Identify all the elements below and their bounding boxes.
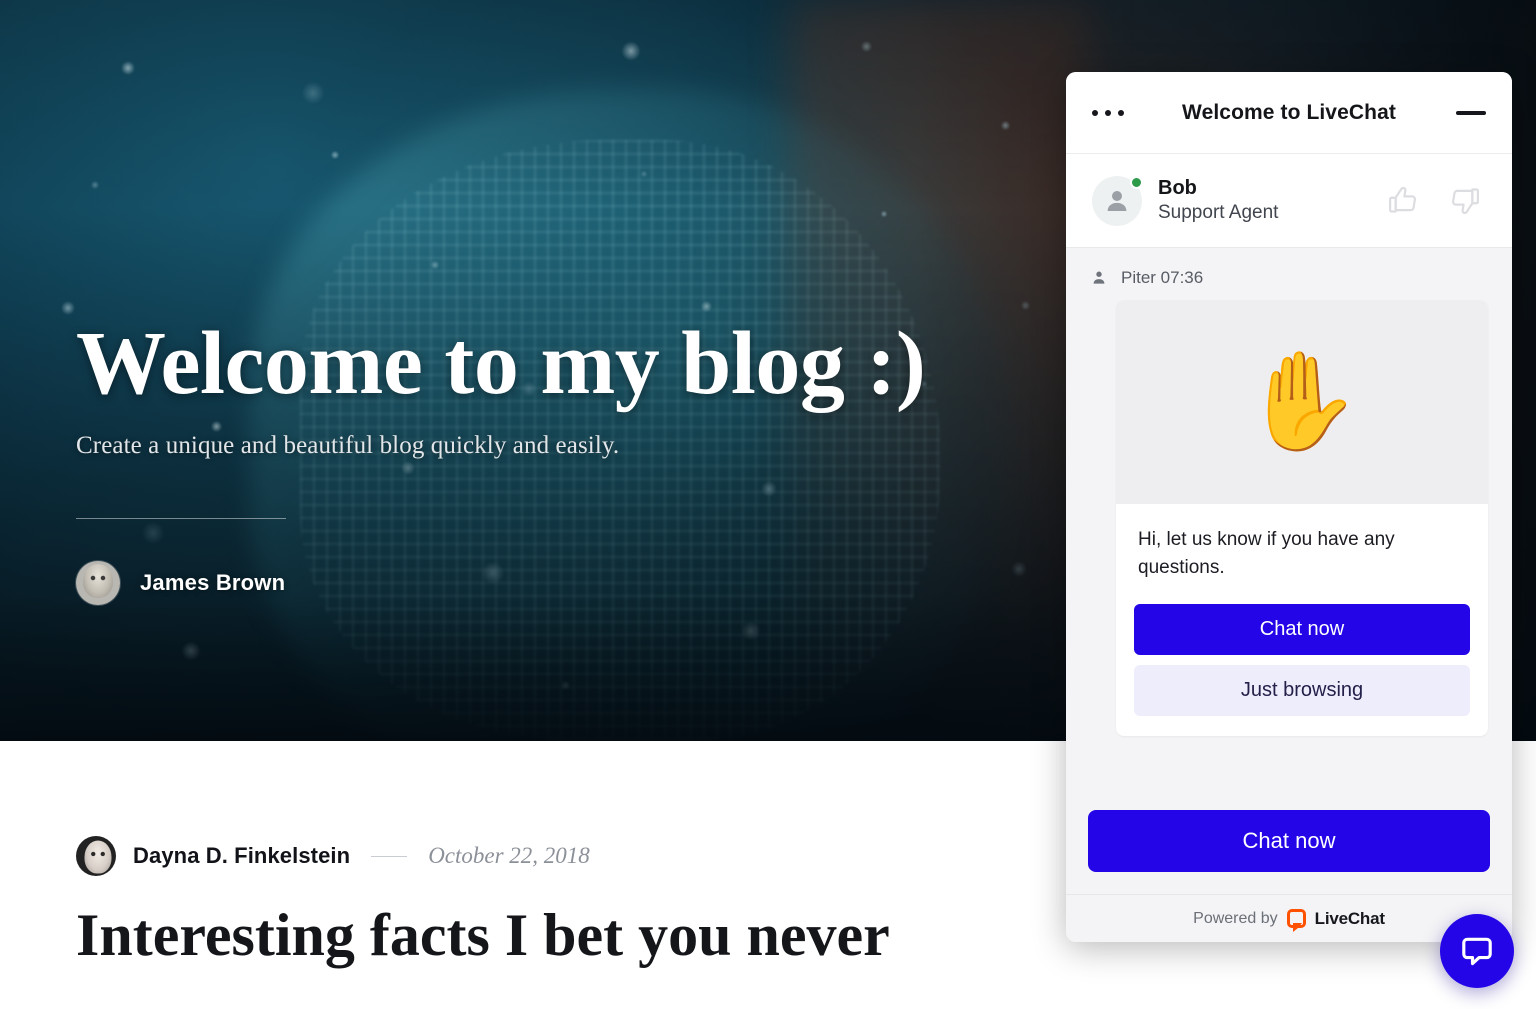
agent-avatar bbox=[1092, 175, 1143, 226]
person-icon bbox=[1107, 190, 1127, 211]
message-list[interactable]: Piter 07:36 ✋ Hi, let us know if you hav… bbox=[1066, 248, 1512, 810]
avatar bbox=[76, 836, 116, 876]
more-options-icon[interactable] bbox=[1092, 109, 1124, 116]
just-browsing-button[interactable]: Just browsing bbox=[1134, 665, 1470, 717]
thumbs-up-icon[interactable] bbox=[1386, 184, 1419, 217]
message-quick-replies: Chat now Just browsing bbox=[1116, 588, 1488, 736]
article-author-name[interactable]: Dayna D. Finkelstein bbox=[133, 843, 350, 869]
page-title: Welcome to my blog :) bbox=[76, 314, 926, 413]
livechat-widget: Welcome to LiveChat Bob Support Agent Pi… bbox=[1066, 72, 1512, 942]
agent-rating-actions bbox=[1386, 184, 1482, 217]
page-root: Welcome to my blog :) Create a unique an… bbox=[0, 0, 1536, 1009]
dot bbox=[1118, 109, 1124, 116]
agent-name: Bob bbox=[1158, 177, 1197, 200]
message-sender-time: Piter 07:36 bbox=[1121, 268, 1204, 287]
article-date: October 22, 2018 bbox=[428, 843, 590, 868]
powered-by-label: Powered by bbox=[1193, 909, 1278, 927]
hero-author-name: James Brown bbox=[140, 569, 286, 595]
message-card: ✋ Hi, let us know if you have any questi… bbox=[1116, 300, 1488, 737]
dot bbox=[1092, 109, 1098, 116]
minimize-icon[interactable] bbox=[1456, 110, 1486, 115]
chat-now-cta-button[interactable]: Chat now bbox=[1088, 810, 1490, 872]
hero-subtitle: Create a unique and beautiful blog quick… bbox=[76, 431, 620, 459]
dot bbox=[1105, 109, 1111, 116]
hero-content: Welcome to my blog :) Create a unique an… bbox=[76, 318, 1056, 605]
hero-author: James Brown bbox=[76, 560, 1056, 605]
thumbs-down-icon[interactable] bbox=[1449, 184, 1482, 217]
livechat-brand-name: LiveChat bbox=[1314, 908, 1385, 928]
chat-now-button[interactable]: Chat now bbox=[1134, 604, 1470, 656]
avatar bbox=[76, 560, 120, 605]
byline-separator bbox=[371, 855, 408, 857]
chat-bubble-icon bbox=[1462, 937, 1492, 966]
widget-cta-area: Chat now bbox=[1066, 810, 1512, 894]
person-icon bbox=[1093, 271, 1105, 284]
widget-header: Welcome to LiveChat bbox=[1066, 72, 1512, 154]
chat-launcher-button[interactable] bbox=[1440, 914, 1514, 988]
agent-info: Bob Support Agent bbox=[1158, 176, 1386, 225]
message-emoji-image: ✋ bbox=[1116, 300, 1488, 504]
widget-title: Welcome to LiveChat bbox=[1182, 100, 1396, 124]
message-text: Hi, let us know if you have any question… bbox=[1138, 529, 1395, 579]
message-meta: Piter 07:36 bbox=[1090, 268, 1488, 288]
hero-divider bbox=[76, 517, 286, 519]
online-status-dot bbox=[1130, 175, 1143, 189]
agent-bar: Bob Support Agent bbox=[1066, 154, 1512, 248]
agent-role: Support Agent bbox=[1158, 202, 1279, 224]
livechat-logo-icon bbox=[1286, 909, 1306, 932]
